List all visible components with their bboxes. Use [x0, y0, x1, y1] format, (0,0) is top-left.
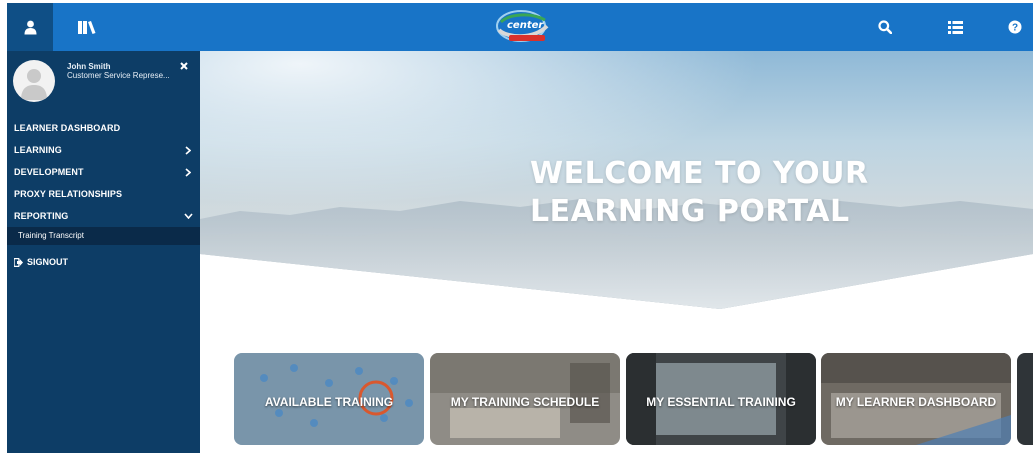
signout-link[interactable]: SIGNOUT: [7, 251, 200, 273]
tile-partial-image: [1017, 353, 1033, 445]
user-profile: John Smith Customer Service Represe...: [7, 57, 200, 107]
close-sidebar-button[interactable]: [177, 59, 191, 73]
center-logo[interactable]: center: [493, 8, 555, 44]
hero-title-line-1: WELCOME TO YOUR: [530, 156, 869, 191]
sidebar-item-label: PROXY RELATIONSHIPS: [14, 189, 123, 199]
logo-text: center: [507, 20, 544, 31]
sidebar-item-learning[interactable]: LEARNING: [7, 139, 200, 161]
library-button[interactable]: [67, 3, 107, 51]
close-icon: [180, 62, 188, 70]
svg-text:?: ?: [1012, 23, 1018, 34]
sidebar-nav: LEARNER DASHBOARD LEARNING DEVELOPMENT P…: [7, 117, 200, 273]
user-menu-button[interactable]: [7, 3, 53, 51]
list-button[interactable]: [935, 3, 975, 51]
sidebar-item-label: REPORTING: [14, 211, 69, 221]
help-icon: ?: [1008, 20, 1022, 34]
profile-role: Customer Service Represe...: [67, 71, 170, 80]
chevron-down-icon: [182, 205, 194, 227]
tile-my-essential-training[interactable]: MY ESSENTIAL TRAINING: [626, 353, 816, 445]
chevron-right-icon: [182, 161, 194, 183]
help-button[interactable]: ?: [997, 3, 1033, 51]
hero-title: WELCOME TO YOUR LEARNING PORTAL: [530, 155, 930, 231]
avatar-placeholder-icon: [21, 69, 47, 100]
sidebar-item-learner-dashboard[interactable]: LEARNER DASHBOARD: [7, 117, 200, 139]
tile-partial[interactable]: [1017, 353, 1033, 445]
tile-my-learner-dashboard[interactable]: MY LEARNER DASHBOARD: [821, 353, 1011, 445]
learning-portal: center ? John Smith Customer Service Rep…: [0, 0, 1033, 453]
sidebar: John Smith Customer Service Represe... L…: [7, 51, 200, 453]
top-bar: center ?: [7, 3, 1033, 51]
sidebar-item-label: DEVELOPMENT: [14, 167, 84, 177]
tile-available-training[interactable]: AVAILABLE TRAINING: [234, 353, 424, 445]
sidebar-item-development[interactable]: DEVELOPMENT: [7, 161, 200, 183]
search-button[interactable]: [865, 3, 905, 51]
tile-my-training-schedule[interactable]: MY TRAINING SCHEDULE: [430, 353, 620, 445]
avatar[interactable]: [13, 60, 55, 102]
profile-name: John Smith: [67, 62, 111, 71]
hero-title-line-2: LEARNING PORTAL: [530, 194, 850, 229]
chevron-right-icon: [182, 139, 194, 161]
user-icon: [24, 20, 36, 34]
signout-icon: [14, 257, 23, 267]
sidebar-item-label: LEARNING: [14, 145, 62, 155]
signout-label: SIGNOUT: [27, 257, 69, 267]
library-icon: [78, 21, 96, 34]
tile-label: AVAILABLE TRAINING: [264, 395, 394, 409]
sidebar-item-proxy-relationships[interactable]: PROXY RELATIONSHIPS: [7, 183, 200, 205]
tile-label: MY TRAINING SCHEDULE: [450, 395, 600, 409]
list-icon: [947, 20, 963, 34]
tile-label: MY LEARNER DASHBOARD: [835, 395, 997, 409]
hero-banner: WELCOME TO YOUR LEARNING PORTAL: [200, 51, 1033, 309]
sidebar-item-reporting[interactable]: REPORTING: [7, 205, 200, 227]
sidebar-subitem-training-transcript[interactable]: Training Transcript: [7, 227, 200, 245]
search-icon: [878, 20, 892, 34]
sidebar-item-label: LEARNER DASHBOARD: [14, 123, 121, 133]
tile-label: MY ESSENTIAL TRAINING: [646, 395, 796, 409]
